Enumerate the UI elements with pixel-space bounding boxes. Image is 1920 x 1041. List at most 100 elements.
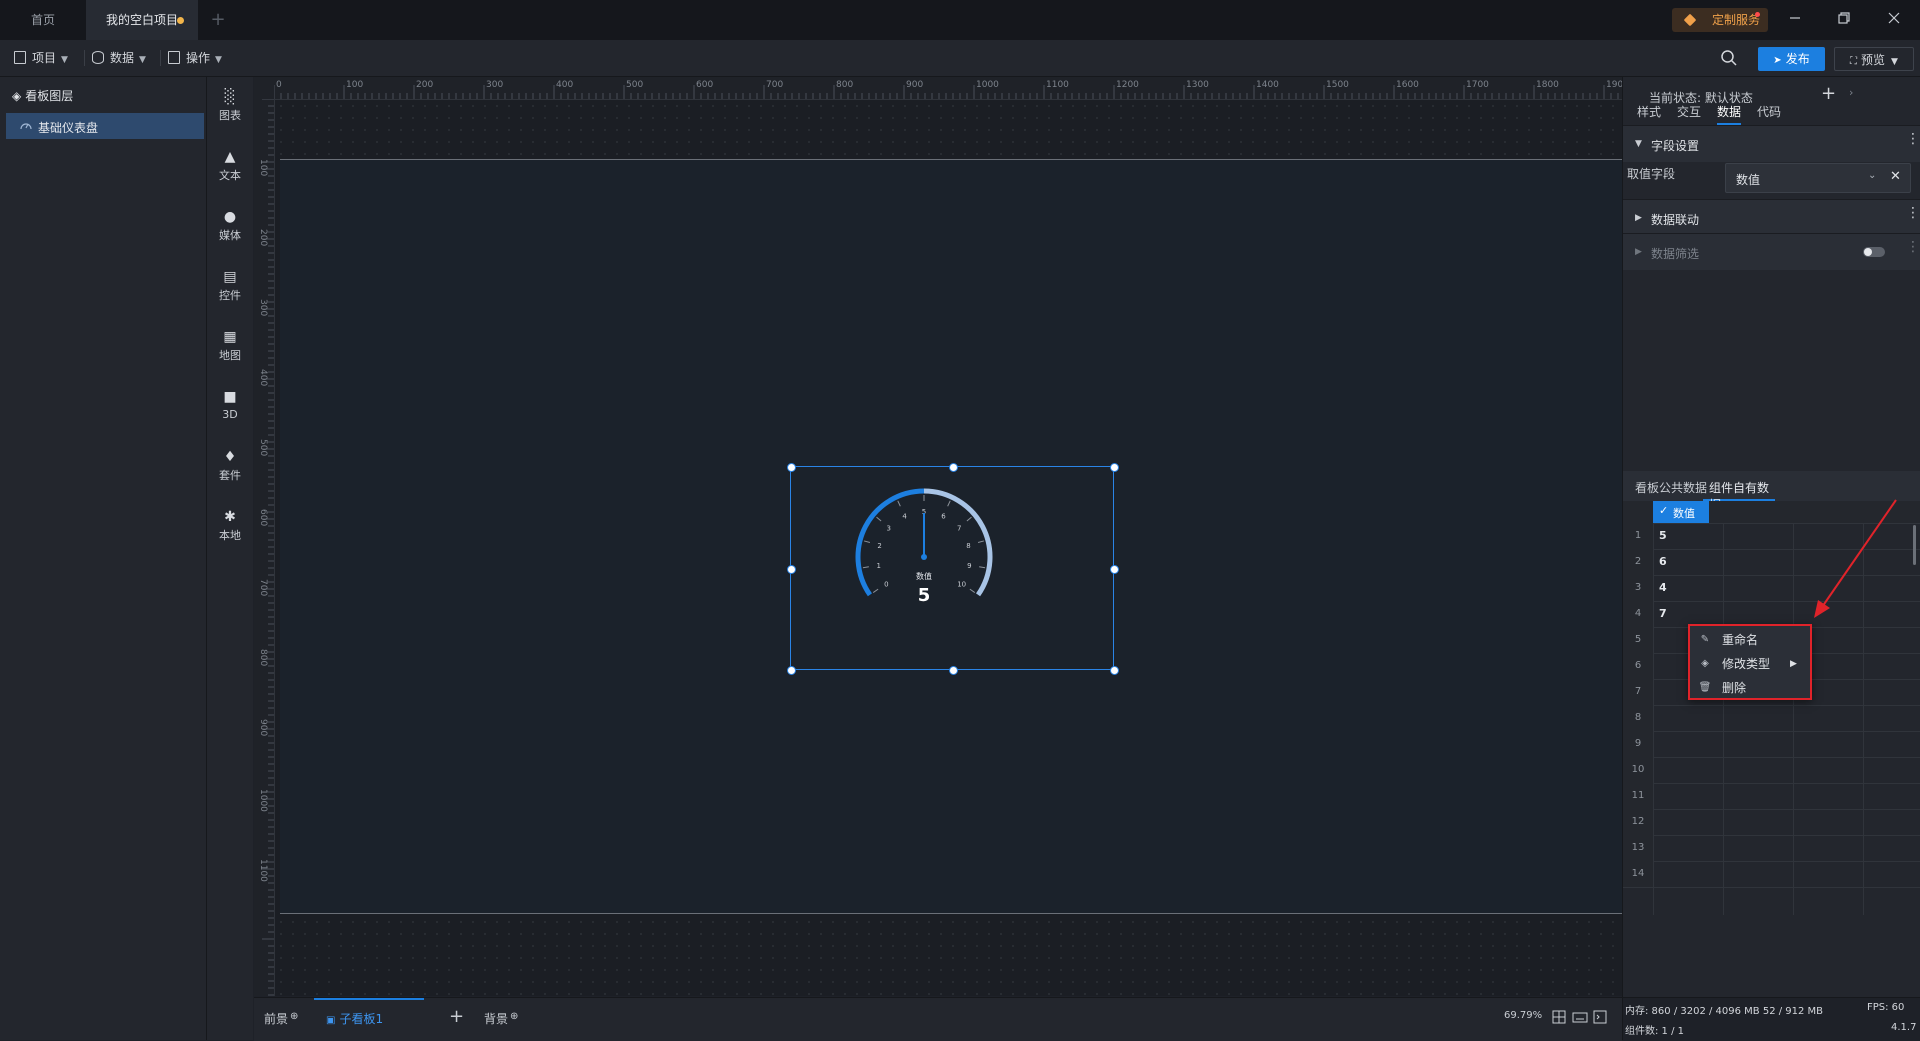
tab-interaction[interactable]: 交互 [1677, 99, 1701, 125]
resize-handle-tl[interactable] [787, 463, 796, 472]
section-data-filter[interactable]: ▶ 数据筛选 ⋮ [1623, 233, 1920, 270]
layer-item-gauge[interactable]: 基础仪表盘 [6, 113, 204, 139]
ruler-tick-label: 100 [258, 159, 268, 177]
resize-handle-t[interactable] [949, 463, 958, 472]
board-tab-active[interactable]: ▣ 子看板1 [314, 998, 424, 1040]
cell-value[interactable]: 7 [1659, 601, 1667, 627]
cell-value[interactable]: 4 [1659, 575, 1667, 601]
add-circle-icon[interactable]: ⊕ [290, 1011, 298, 1022]
section-data-linkage[interactable]: ▶ 数据联动 ⋮ [1623, 199, 1920, 236]
tab-project-label: 我的空白项目 [105, 13, 178, 27]
restore-icon[interactable] [1834, 10, 1854, 30]
unsaved-dot [177, 17, 184, 24]
terminal-icon[interactable] [1593, 1010, 1607, 1027]
table-row[interactable]: 8 [1623, 705, 1920, 732]
toolbar-divider [84, 50, 85, 66]
table-row[interactable]: 13 [1623, 835, 1920, 862]
gauge-arc-remaining [923, 488, 993, 597]
section-title: 数据筛选 [1651, 247, 1700, 261]
more-icon[interactable]: ⋮ [1906, 132, 1920, 146]
add-board-button[interactable]: + [449, 1006, 464, 1027]
component-control[interactable]: ▤ 控件 [207, 261, 253, 313]
zoom-level[interactable]: 69.79% [1504, 1010, 1542, 1021]
menu-item-change-type[interactable]: ◈ 修改类型 ▶ [1690, 652, 1810, 676]
ruler-tick-label: 1600 [1396, 80, 1419, 90]
section-field-settings[interactable]: ▼ 字段设置 ⋮ [1623, 125, 1920, 162]
map-icon: ▦ [223, 329, 237, 345]
ruler-tick-label: 500 [626, 80, 644, 90]
resize-handle-bl[interactable] [787, 666, 796, 675]
layer-background-tab[interactable]: 背景 ⊕ [484, 1010, 518, 1027]
keyboard-icon[interactable] [1572, 1010, 1588, 1027]
gauge-tick-label: 1 [876, 562, 880, 570]
component-kit[interactable]: ♦ 套件 [207, 441, 253, 493]
more-icon[interactable]: ⋮ [1906, 240, 1920, 254]
publish-button[interactable]: ➤ 发布 [1758, 47, 1825, 71]
tab-public-data[interactable]: 看板公共数据 [1635, 479, 1707, 496]
menu-item-delete[interactable]: 🗑 删除 [1690, 676, 1810, 700]
add-circle-icon[interactable]: ⊕ [510, 1011, 518, 1022]
tab-style[interactable]: 样式 [1637, 99, 1661, 125]
tab-home[interactable]: 首页 [0, 0, 86, 40]
component-label: 控件 [219, 289, 241, 302]
table-row[interactable]: 14 [1623, 861, 1920, 888]
dashboard-board[interactable]: 0 1 2 3 4 5 6 7 8 9 10 数值 5 [280, 159, 1622, 914]
text-icon: ▲ [224, 149, 236, 165]
grid-scrollbar[interactable] [1913, 525, 1916, 565]
cell-value[interactable]: 5 [1659, 523, 1667, 549]
resize-handle-br[interactable] [1110, 666, 1119, 675]
tab-data[interactable]: 数据 [1717, 99, 1742, 125]
custom-service-button[interactable]: 定制服务 [1672, 8, 1768, 32]
component-puzzle[interactable]: ✱ 本地 [207, 501, 253, 553]
ruler-tick-label: 0 [276, 80, 282, 90]
filter-toggle[interactable] [1863, 247, 1885, 257]
resize-handle-l[interactable] [787, 565, 796, 574]
menu-item-rename[interactable]: ✎ 重命名 [1690, 628, 1810, 652]
component-text[interactable]: ▲ 文本 [207, 141, 253, 193]
grid-column-divider [1793, 523, 1794, 915]
ruler-tick-label: 1000 [258, 789, 268, 812]
tab-project[interactable]: 我的空白项目 [86, 0, 198, 40]
ruler-tick-label: 1000 [976, 80, 999, 90]
tab-code[interactable]: 代码 [1757, 99, 1781, 125]
gauge-arc-active [855, 488, 925, 597]
chevron-right-icon[interactable]: › [1849, 86, 1853, 99]
more-icon[interactable]: ⋮ [1906, 206, 1920, 220]
component-bar-chart[interactable]: ░ 图表 [207, 81, 253, 133]
add-tab-button[interactable]: + [206, 0, 230, 40]
column-header-value[interactable]: ✓ 数值 [1653, 501, 1709, 523]
table-row[interactable]: 10 [1623, 757, 1920, 784]
resize-handle-b[interactable] [949, 666, 958, 675]
menu-operation[interactable]: 操作 ▼ [168, 40, 222, 76]
canvas-area[interactable]: 0 1 2 3 4 5 6 7 8 9 10 数值 5 [275, 100, 1622, 996]
component-map[interactable]: ▦ 地图 [207, 321, 253, 373]
resize-handle-tr[interactable] [1110, 463, 1119, 472]
chevron-down-icon: ▼ [215, 55, 222, 65]
ruler-tick-label: 900 [258, 719, 268, 737]
minimize-icon[interactable] [1785, 10, 1805, 30]
gauge-widget[interactable]: 0 1 2 3 4 5 6 7 8 9 10 数值 5 [787, 463, 1119, 675]
component-media[interactable]: ● 媒体 [207, 201, 253, 253]
fit-screen-icon[interactable] [1552, 1010, 1566, 1027]
chevron-down-icon: ▼ [61, 55, 68, 65]
tab-own-data[interactable]: 组件自有数据 [1703, 471, 1775, 512]
layer-front-tab[interactable]: 前景 ⊕ [264, 1010, 298, 1027]
menu-data[interactable]: 数据 ▼ [92, 40, 146, 76]
table-row[interactable]: 9 [1623, 731, 1920, 758]
value-field-select[interactable]: 数值 ⌄ ✕ [1725, 163, 1911, 193]
clear-icon[interactable]: ✕ [1890, 169, 1901, 184]
component-cube[interactable]: ■ 3D [207, 381, 253, 433]
menu-project[interactable]: 项目 ▼ [14, 40, 68, 76]
table-row[interactable]: 12 [1623, 809, 1920, 836]
cell-value[interactable]: 6 [1659, 549, 1667, 575]
row-index: 12 [1623, 809, 1653, 835]
preview-button[interactable]: ⛶ 预览 ▼ [1834, 47, 1914, 71]
table-row[interactable]: 11 [1623, 783, 1920, 810]
row-index: 5 [1623, 627, 1653, 653]
component-label: 媒体 [219, 229, 241, 242]
resize-handle-r[interactable] [1110, 565, 1119, 574]
layers-panel-title: ◈ 看板图层 [12, 87, 73, 104]
close-icon[interactable] [1884, 10, 1904, 30]
gauge-tick [897, 500, 901, 507]
search-icon[interactable] [1720, 49, 1738, 70]
